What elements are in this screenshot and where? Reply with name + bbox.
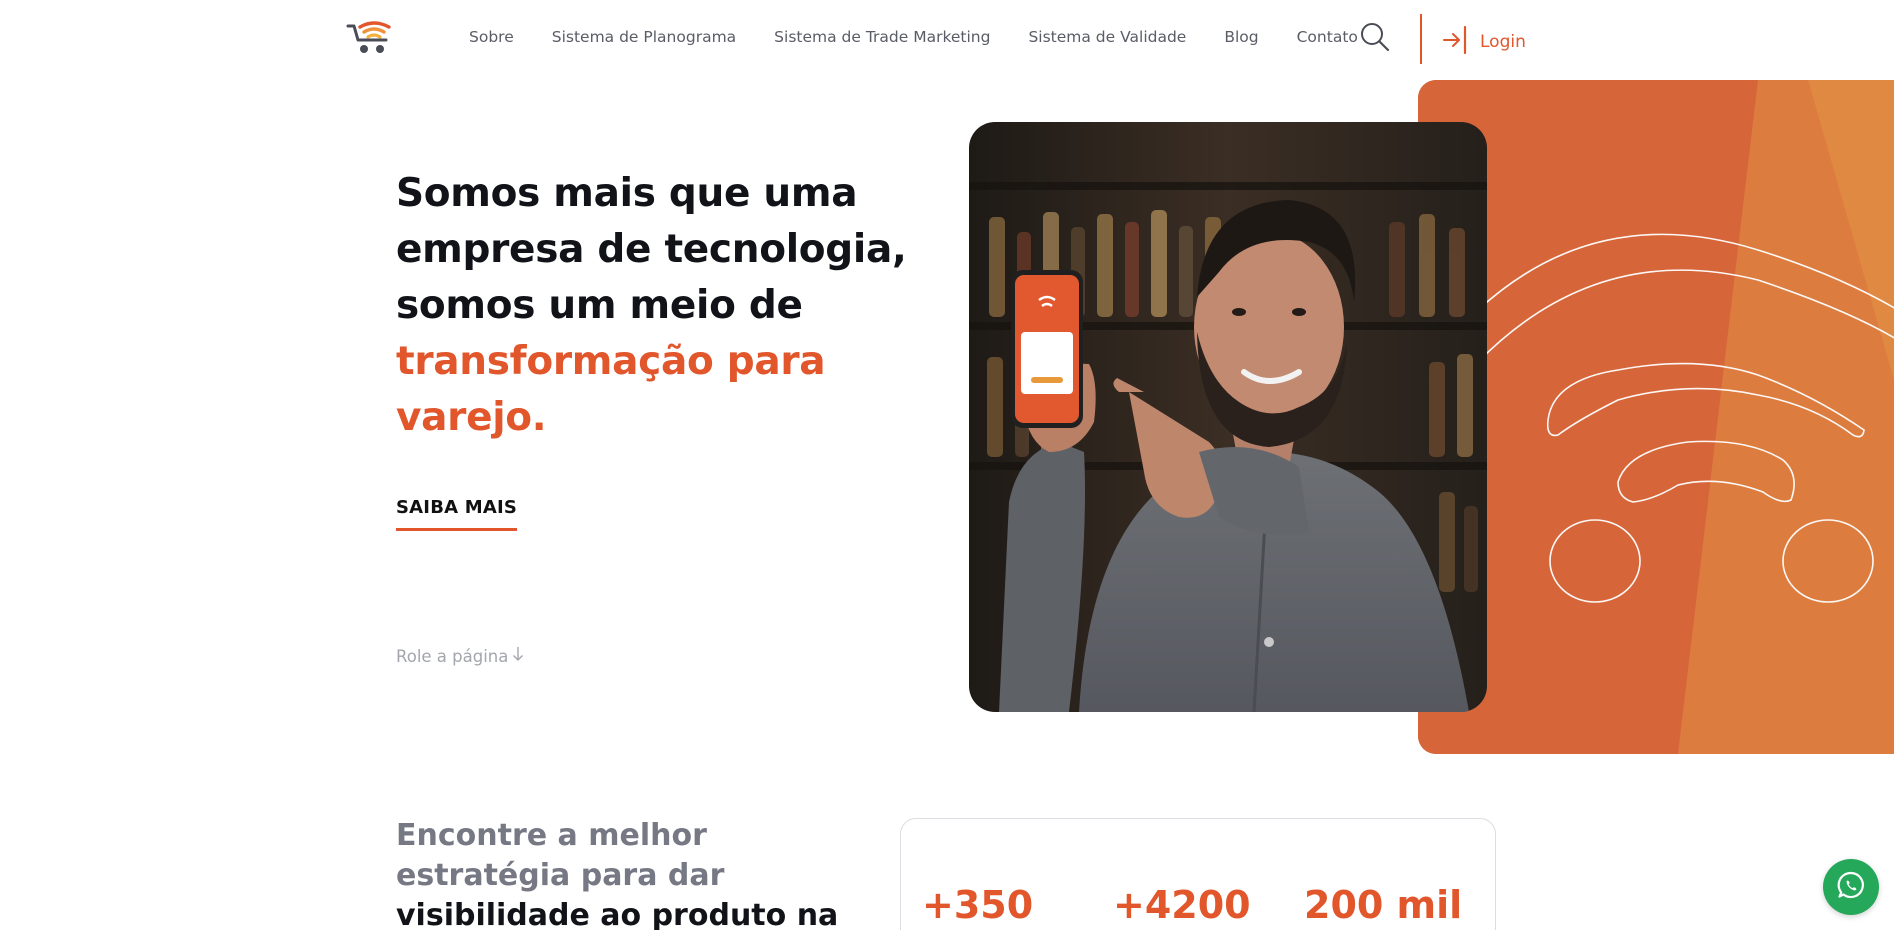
search-icon[interactable] [1360, 22, 1390, 52]
hero-orange-panel [1418, 80, 1894, 754]
hero-title-accent-1: transformação para [396, 339, 826, 384]
nav-item-planograma[interactable]: Sistema de Planograma [552, 28, 736, 46]
nav-item-sobre[interactable]: Sobre [469, 28, 514, 46]
stat-value-3: 200 mil [1304, 883, 1463, 927]
strategy-heading-dark: visibilidade ao produto na gôndola [396, 898, 839, 930]
cart-wifi-logo-icon[interactable] [346, 20, 398, 56]
main-nav: Sobre Sistema de Planograma Sistema de T… [469, 28, 1358, 46]
whatsapp-button[interactable] [1823, 859, 1879, 915]
login-arrow-icon [1442, 25, 1468, 59]
stats-card: +350 +4200 200 mil [900, 818, 1496, 930]
site-header: Sobre Sistema de Planograma Sistema de T… [0, 0, 1894, 78]
saiba-mais-button[interactable]: SAIBA MAIS [396, 497, 518, 531]
stat-value-2: +4200 [1113, 883, 1251, 927]
scroll-hint[interactable]: Role a página [396, 646, 524, 666]
hero-title-line-3: somos um meio de [396, 283, 803, 328]
arrow-down-icon [512, 646, 524, 666]
hero-title-line-1: Somos mais que uma [396, 171, 858, 216]
strategy-heading-muted: Encontre a melhor estratégia para dar [396, 818, 725, 893]
strategy-heading: Encontre a melhor estratégia para dar vi… [396, 816, 876, 930]
login-label: Login [1480, 32, 1526, 52]
hero-title-line-2: empresa de tecnologia, [396, 227, 907, 272]
nav-item-blog[interactable]: Blog [1224, 28, 1258, 46]
stat-value-1: +350 [922, 883, 1034, 927]
hero-photo [969, 122, 1487, 712]
scroll-hint-label: Role a página [396, 646, 509, 666]
hero-title-accent-2: varejo. [396, 395, 547, 440]
nav-item-trade-marketing[interactable]: Sistema de Trade Marketing [774, 28, 990, 46]
header-divider [1420, 14, 1422, 64]
login-button[interactable]: Login [1442, 25, 1526, 59]
nav-item-validade[interactable]: Sistema de Validade [1028, 28, 1186, 46]
nav-item-contato[interactable]: Contato [1297, 28, 1358, 46]
whatsapp-icon [1836, 870, 1866, 904]
hero-title: Somos mais que uma empresa de tecnologia… [396, 166, 916, 446]
